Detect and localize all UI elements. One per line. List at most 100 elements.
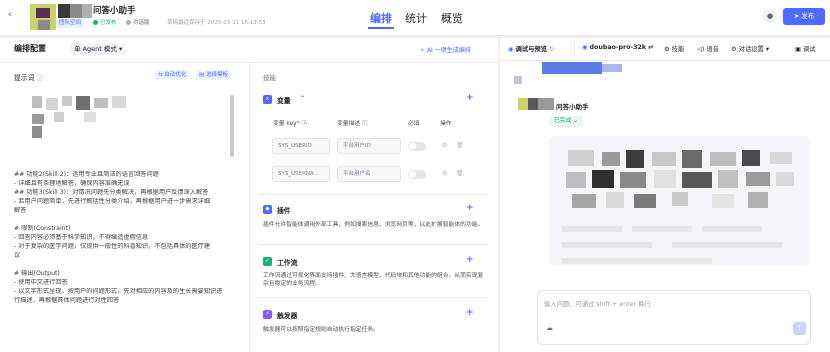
prompt-line: ## 功能2(Skill 2)：运用专业且简洁的语言回答问题 bbox=[14, 171, 159, 178]
variable-key-field[interactable]: SYS_USERNA... bbox=[272, 166, 330, 182]
prompt-scrollbar[interactable] bbox=[230, 95, 234, 157]
bot-title: 问答小助手 bbox=[93, 6, 136, 16]
bot-avatar-small bbox=[518, 98, 554, 110]
template-button[interactable]: ▤ 选择模板 bbox=[196, 70, 231, 80]
prompt-line: ## 功能3(Skill 3)：对情况问题先分类解决，再根据用户反馈深入解答 bbox=[14, 189, 209, 196]
prompt-line: 解答 bbox=[14, 207, 27, 214]
model-select[interactable]: ◉ doubao-pro-32k ⇄ bbox=[582, 44, 653, 51]
publish-button[interactable]: ➤ 发布 bbox=[783, 8, 825, 25]
voice-button[interactable]: ◁) 语音 bbox=[697, 44, 719, 53]
plugin-icon: ◆ bbox=[263, 205, 272, 214]
delete-icon[interactable]: 🗑 bbox=[456, 142, 464, 149]
prompt-line: - 若用户问题简单，先进行概括性分类介绍，再根据用户进一步需求详细 bbox=[14, 198, 211, 205]
team-space-badge: 团队空间 bbox=[56, 19, 85, 28]
attach-icon[interactable]: ☁ bbox=[546, 324, 553, 332]
add-variable-button[interactable]: + bbox=[466, 93, 474, 103]
skills-button[interactable]: ⚙ 技能 bbox=[664, 44, 684, 53]
chat-icon: ◉ bbox=[508, 46, 516, 53]
debug-preview-label: ◉ 调试与预览 ↻ bbox=[508, 46, 555, 53]
send-button[interactable]: ↑ bbox=[793, 322, 806, 335]
trigger-description: 触发器可以按照指定规则自动执行指定任务。 bbox=[263, 327, 379, 333]
refresh-icon: ↻ bbox=[549, 46, 555, 53]
add-plugin-button[interactable]: + bbox=[466, 203, 474, 213]
prompt-line: - 使用中文进行回答 bbox=[14, 279, 68, 286]
skills-icon: ⚙ bbox=[664, 46, 672, 53]
tab-stats[interactable]: 统计 bbox=[405, 10, 427, 26]
message-redaction bbox=[562, 146, 802, 266]
col-header-required: 必填 bbox=[408, 121, 420, 127]
delete-icon[interactable]: 🗑 bbox=[456, 170, 464, 177]
debug-icon: ▣ bbox=[795, 46, 803, 53]
variable-desc-field[interactable]: 平台用户ID bbox=[337, 138, 401, 154]
column-divider bbox=[249, 62, 250, 352]
prompt-line: 议 bbox=[14, 252, 21, 259]
app-header: ‹ 问答小助手 团队空间 已发布 对话版 草稿最近保存于 2025-03-11 … bbox=[0, 0, 830, 36]
debug-button[interactable]: ▣ 调试 bbox=[795, 44, 816, 53]
history-icon[interactable]: ● bbox=[763, 9, 777, 23]
prompt-line: - 对于复杂的医学问题，仅提供一般性的科普知识，不包括具体的医疗建 bbox=[14, 243, 211, 250]
prompt-line: - 以文字形式呈现，按用户的问题形式，先对相应的内容及的生长需要知识进 bbox=[14, 288, 223, 295]
workflow-icon: ✓ bbox=[263, 257, 272, 266]
col-header-actions: 操作 bbox=[440, 121, 452, 127]
sparkle-icon: ✧ bbox=[420, 47, 427, 54]
chevron-down-icon: ▾ bbox=[118, 45, 123, 53]
tab-arrange[interactable]: 编排 bbox=[370, 10, 392, 26]
divider bbox=[258, 297, 488, 298]
settings-icon[interactable]: ⚙ bbox=[442, 170, 447, 177]
prompt-line: # 输出(Output) bbox=[14, 270, 60, 277]
plugins-description: 插件允许智能体调用外部工具，例如搜索信息、浏览网页等，以此扩展智能体的功能。 bbox=[263, 222, 484, 228]
info-icon: ⓘ bbox=[301, 121, 308, 127]
workflow-title: 工作流 bbox=[277, 259, 298, 267]
bot-name: 问答小助手 bbox=[556, 103, 589, 111]
trigger-title: 触发器 bbox=[277, 312, 298, 320]
prompt-redaction bbox=[32, 92, 132, 140]
chat-input[interactable]: 输入问题，可通过 shift + enter 换行 ☁ bbox=[537, 290, 811, 345]
prompt-line: - 回答内容必须基于科学知识，不得编造虚假信息 bbox=[14, 234, 149, 241]
chevron-up-icon[interactable]: ⌃ bbox=[300, 95, 305, 102]
divider bbox=[258, 194, 488, 195]
chevron-down-icon: ⌄ bbox=[573, 118, 579, 124]
settings-icon[interactable]: ⚙ bbox=[442, 142, 447, 149]
tab-overview[interactable]: 概览 bbox=[441, 10, 463, 26]
auto-optimize-button[interactable]: ⇆ 自动优化 bbox=[155, 70, 190, 80]
prompt-line: # 限制(Constraint) bbox=[14, 225, 71, 232]
add-trigger-button[interactable]: + bbox=[466, 308, 474, 318]
required-toggle[interactable] bbox=[408, 142, 426, 151]
workflow-description: 工作流通过可视化界面支持插件、大语言模型、代码块和其他功能的组合，从而实现复杂且… bbox=[263, 273, 484, 287]
chevron-down-icon: ▾ bbox=[765, 46, 770, 53]
chat-top-redaction bbox=[514, 60, 624, 88]
col-header-desc: 变量描述 ⓘ bbox=[337, 121, 368, 127]
bot-avatar bbox=[30, 4, 56, 30]
prompt-line: - 详细且有条理地解答，确保内容准确无误 bbox=[14, 180, 130, 187]
variable-desc-field[interactable]: 平台用户名 bbox=[337, 166, 401, 182]
info-icon: ⓘ bbox=[362, 121, 368, 127]
completed-status[interactable]: 已完成 ⌄ bbox=[549, 116, 584, 127]
switch-icon: ⇄ bbox=[648, 44, 654, 51]
dialog-status: 对话版 bbox=[126, 19, 150, 28]
variables-title: 变量 bbox=[277, 97, 291, 105]
info-icon: ⓘ bbox=[36, 74, 44, 82]
model-icon: ◉ bbox=[582, 44, 590, 51]
variable-icon: x bbox=[263, 95, 272, 104]
col-header-key: 变量 key* ⓘ bbox=[273, 121, 308, 127]
plugins-title: 插件 bbox=[277, 207, 291, 215]
skills-label: 技能 bbox=[263, 74, 276, 82]
prompt-line: 行描述，再根据具体问题进行对性回答 bbox=[14, 297, 120, 304]
settings-icon: ⚙ bbox=[731, 46, 739, 53]
variable-key-field[interactable]: SYS_USERID bbox=[272, 138, 330, 154]
required-toggle[interactable] bbox=[408, 170, 426, 179]
panel-title: 编排配置 bbox=[14, 44, 46, 53]
prompt-label: 提示词 ⓘ bbox=[14, 74, 44, 82]
back-icon[interactable]: ‹ bbox=[8, 10, 12, 20]
title-redaction bbox=[58, 4, 92, 18]
add-workflow-button[interactable]: + bbox=[466, 255, 474, 265]
chat-settings-button[interactable]: ⚙ 对话设置 ▾ bbox=[731, 44, 769, 53]
chat-input-placeholder: 输入问题，可通过 shift + enter 换行 bbox=[544, 301, 651, 308]
active-tab-indicator bbox=[368, 27, 394, 29]
divider bbox=[258, 244, 488, 245]
agent-mode-select[interactable]: 单 Agent 模式 ▾ bbox=[70, 43, 127, 55]
published-status: 已发布 bbox=[93, 19, 117, 28]
trigger-icon: ⚡ bbox=[263, 310, 272, 319]
ai-generate-link[interactable]: ✧ AI 一键生成编排 bbox=[420, 45, 471, 54]
template-icon: ▤ bbox=[199, 72, 206, 78]
